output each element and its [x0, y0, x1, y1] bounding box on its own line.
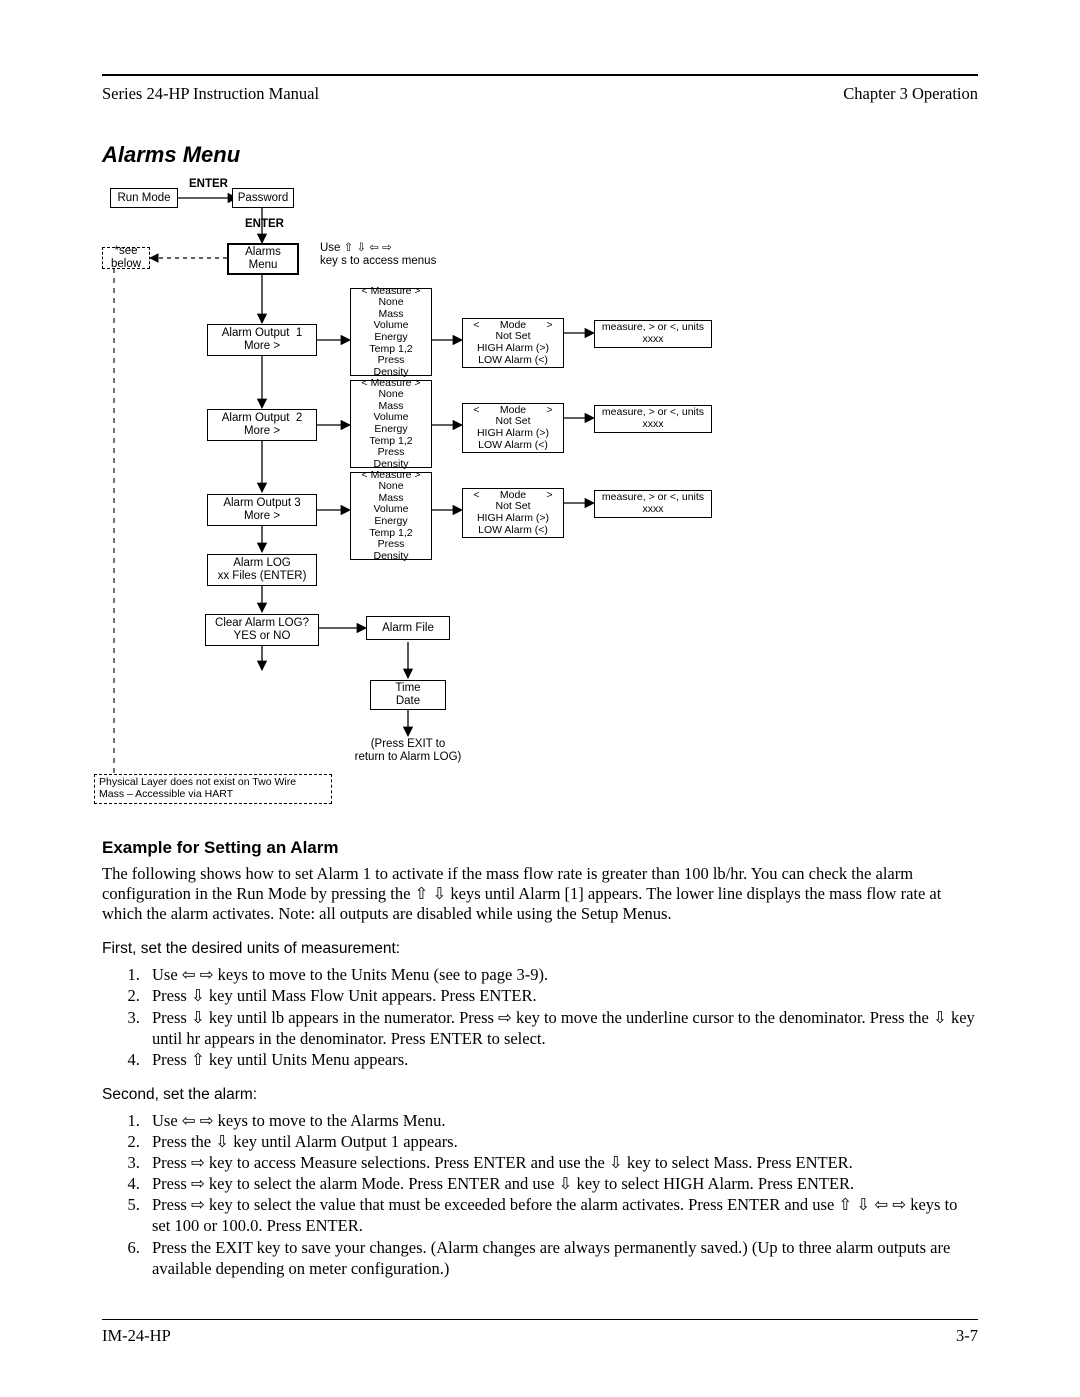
box-mode-1: < Mode > Not Set HIGH Alarm (>) LOW Alar…: [462, 318, 564, 368]
box-units-2: measure, > or <, units xxxx: [594, 405, 712, 433]
box-alarm-file: Alarm File: [366, 616, 450, 640]
use-keys-note: Use ⇧ ⇩ ⇦ ⇨ key s to access menus: [320, 242, 436, 267]
box-alarm-output-2: Alarm Output 2 More >: [207, 409, 317, 441]
exit-note: (Press EXIT to return to Alarm LOG): [354, 738, 462, 763]
doc-title: Series 24-HP Instruction Manual: [102, 84, 319, 104]
box-alarm-log: Alarm LOG xx Files (ENTER): [207, 554, 317, 586]
step: Press ⇩ key until Mass Flow Unit appears…: [144, 985, 978, 1006]
first-steps: Use ⇦ ⇨ keys to move to the Units Menu (…: [102, 964, 978, 1070]
step: Press ⇩ key until lb appears in the nume…: [144, 1007, 978, 1049]
step: Press ⇨ key to access Measure selections…: [144, 1152, 978, 1173]
page-header: Series 24-HP Instruction Manual Chapter …: [102, 84, 978, 104]
step: Press ⇨ key to select the alarm Mode. Pr…: [144, 1173, 978, 1194]
first-lead: First, set the desired units of measurem…: [102, 940, 978, 958]
box-mode-3: < Mode > Not Set HIGH Alarm (>) LOW Alar…: [462, 488, 564, 538]
enter-label-1: ENTER: [189, 178, 228, 191]
box-physical-layer-note: Physical Layer does not exist on Two Wir…: [94, 774, 332, 804]
box-time-date: Time Date: [370, 680, 446, 710]
second-steps: Use ⇦ ⇨ keys to move to the Alarms Menu.…: [102, 1110, 978, 1279]
page-footer: IM-24-HP 3-7: [102, 1326, 978, 1346]
box-mode-2: < Mode > Not Set HIGH Alarm (>) LOW Alar…: [462, 403, 564, 453]
chapter-label: Chapter 3 Operation: [843, 84, 978, 104]
step: Use ⇦ ⇨ keys to move to the Alarms Menu.: [144, 1110, 978, 1131]
step: Press the EXIT key to save your changes.…: [144, 1237, 978, 1279]
alarms-menu-diagram: ENTER ENTER Run Mode Password *see below…: [102, 180, 862, 820]
box-see-below: *see below: [102, 247, 150, 269]
box-units-3: measure, > or <, units xxxx: [594, 490, 712, 518]
box-alarm-output-3: Alarm Output 3 More >: [207, 494, 317, 526]
box-clear-alarm-log: Clear Alarm LOG? YES or NO: [205, 614, 319, 646]
box-measure-2: < Measure > None Mass Volume Energy Temp…: [350, 380, 432, 468]
step: Use ⇦ ⇨ keys to move to the Units Menu (…: [144, 964, 978, 985]
box-password: Password: [232, 188, 294, 208]
box-alarms-menu: Alarms Menu: [227, 243, 299, 275]
second-lead: Second, set the alarm:: [102, 1086, 978, 1104]
example-intro: The following shows how to set Alarm 1 t…: [102, 864, 978, 924]
box-run-mode: Run Mode: [110, 188, 178, 208]
step: Press ⇨ key to select the value that mus…: [144, 1194, 978, 1236]
box-alarm-output-1: Alarm Output 1 More >: [207, 324, 317, 356]
example-title: Example for Setting an Alarm: [102, 838, 978, 858]
box-measure-3: < Measure > None Mass Volume Energy Temp…: [350, 472, 432, 560]
enter-label-2: ENTER: [245, 218, 284, 231]
section-title: Alarms Menu: [102, 142, 978, 168]
footer-page-number: 3-7: [956, 1326, 978, 1346]
box-measure-1: < Measure > None Mass Volume Energy Temp…: [350, 288, 432, 376]
step: Press the ⇩ key until Alarm Output 1 app…: [144, 1131, 978, 1152]
footer-doc-id: IM-24-HP: [102, 1326, 171, 1346]
box-units-1: measure, > or <, units xxxx: [594, 320, 712, 348]
step: Press ⇧ key until Units Menu appears.: [144, 1049, 978, 1070]
